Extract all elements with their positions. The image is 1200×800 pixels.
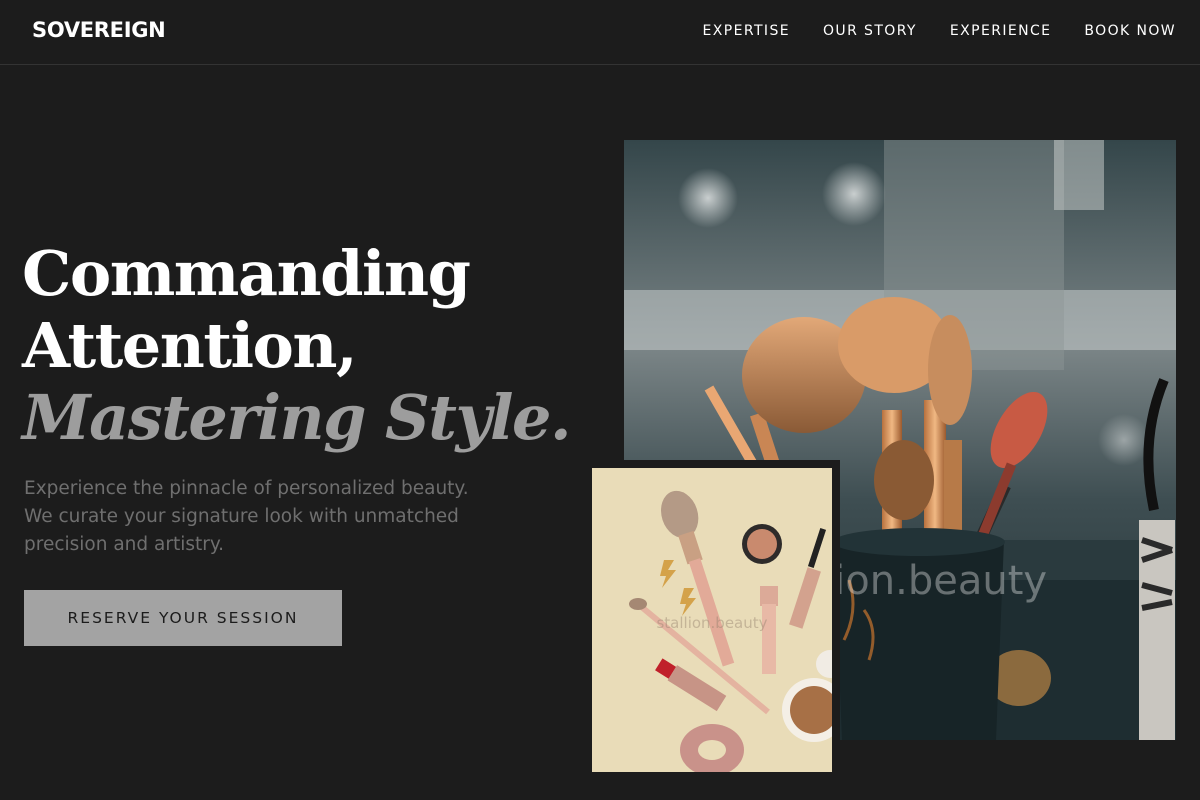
flatlay-illustration <box>592 468 832 772</box>
main-nav: EXPERTISE OUR STORY EXPERIENCE BOOK NOW <box>703 23 1176 39</box>
reserve-session-button[interactable]: RESERVE YOUR SESSION <box>24 590 342 646</box>
hero-headline-accent: Mastering Style. <box>22 381 572 454</box>
hero-description: Experience the pinnacle of personalized … <box>24 475 534 559</box>
hero-description-line1: Experience the pinnacle of personalized … <box>24 478 469 499</box>
hero-description-line3: precision and artistry. <box>24 534 225 555</box>
nav-link-expertise[interactable]: EXPERTISE <box>703 23 790 39</box>
hero-headline-line2: Attention, <box>22 309 358 382</box>
nav-link-book-now[interactable]: BOOK NOW <box>1084 23 1176 39</box>
hero-photo-flatlay: stallion.beauty <box>586 460 840 780</box>
hero-headline: Commanding Attention, Mastering Style. <box>22 237 572 454</box>
hero-headline-line1: Commanding <box>22 237 471 310</box>
brand-logo[interactable]: SOVEREIGN <box>32 18 166 42</box>
hero-description-line2: We curate your signature look with unmat… <box>24 506 459 527</box>
nav-link-experience[interactable]: EXPERIENCE <box>950 23 1052 39</box>
site-header: SOVEREIGN EXPERTISE OUR STORY EXPERIENCE… <box>0 0 1200 65</box>
nav-link-our-story[interactable]: OUR STORY <box>823 23 917 39</box>
